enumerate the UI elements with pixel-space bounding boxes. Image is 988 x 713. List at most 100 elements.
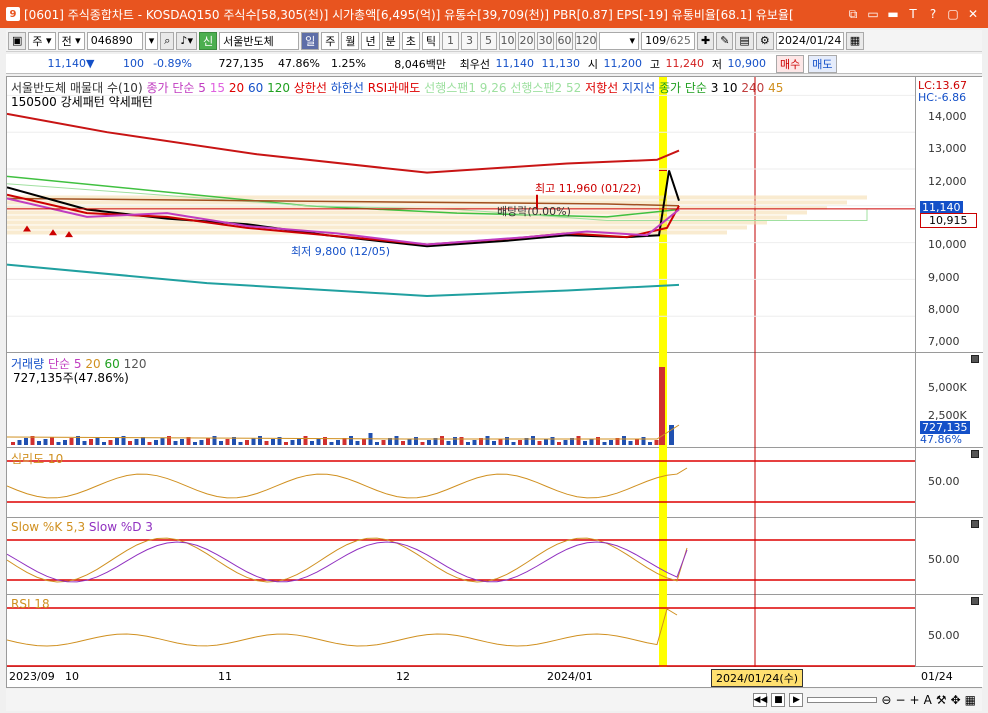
help-icon[interactable]: ?	[924, 5, 942, 23]
volume-bar	[212, 436, 217, 445]
period-day-tab[interactable]: 일	[301, 31, 320, 50]
volume-bar	[128, 441, 132, 445]
period-second-tab[interactable]: 초	[401, 31, 420, 50]
chart-area[interactable]: 서울반도체 매물대 수(10) 종가 단순 5 15 20 60 120 상한선…	[6, 76, 983, 688]
text-size-icon[interactable]: T	[904, 5, 922, 23]
indicator-icon[interactable]: ✚	[696, 31, 715, 50]
volume-bar	[596, 437, 600, 445]
volume-plot[interactable]: 거래량 단순 5 20 60 120 727,135주(47.86%)	[6, 353, 915, 448]
volume-legend: 거래량 단순 5 20 60 120	[11, 355, 146, 372]
volume-bar	[446, 441, 451, 445]
buy-button[interactable]: 매수	[776, 54, 805, 73]
rewind-icon[interactable]: ◀◀	[753, 693, 768, 707]
stochastic-y-axis[interactable]: 50.00	[915, 518, 983, 594]
stop-icon[interactable]: ■	[771, 693, 786, 707]
minus-icon[interactable]: −	[895, 693, 905, 707]
interval-20[interactable]: 20	[517, 31, 535, 50]
volume-close-icon[interactable]	[971, 355, 979, 363]
text-icon[interactable]: A	[924, 693, 932, 707]
close-icon[interactable]: ✕	[964, 5, 982, 23]
rsi-plot[interactable]: RSI 18	[6, 595, 915, 667]
low-label: 저	[711, 57, 722, 71]
period-year-tab[interactable]: 년	[361, 31, 380, 50]
date-input[interactable]: 2024/01/24	[775, 31, 844, 50]
tool-icon[interactable]: ⚒	[936, 693, 947, 707]
sell-button[interactable]: 매도	[808, 54, 837, 73]
grid-icon[interactable]: ▦	[965, 693, 976, 707]
x-label-right: 01/24	[921, 670, 953, 683]
search-icon[interactable]: ⌕	[160, 31, 175, 50]
pin-icon[interactable]: ✥	[951, 693, 961, 707]
legend-support: 지지선	[622, 81, 656, 95]
stock-name-field: 서울반도체	[219, 31, 300, 50]
sound-icon[interactable]: ♪▾	[176, 31, 197, 50]
volume-bar	[108, 440, 113, 445]
volume-bar	[329, 442, 334, 445]
price-pane[interactable]: 서울반도체 매물대 수(10) 종가 단순 5 15 20 60 120 상한선…	[6, 77, 983, 353]
volume-y-axis[interactable]: 5,000K 2,500K 727,135 47.86%	[915, 353, 983, 447]
app-logo-icon: 9	[6, 7, 20, 21]
volume-bar	[602, 442, 607, 445]
legend-span-val: 9,26	[479, 81, 507, 95]
psychology-close-icon[interactable]	[971, 450, 979, 458]
stock-code-input[interactable]: 046890	[86, 31, 143, 50]
psychology-pane[interactable]: 심리도 10 50.00	[6, 448, 983, 518]
stochastic-legend: Slow %K 5,3 Slow %D 3	[11, 520, 153, 534]
volume-bar	[11, 442, 15, 445]
draw-icon[interactable]: ✎	[716, 31, 734, 50]
count-total: /625	[666, 34, 691, 47]
maximize-icon[interactable]: ▢	[944, 5, 962, 23]
type-select[interactable]: 주 ▾	[28, 31, 56, 50]
rsi-pane[interactable]: RSI 18 50.00	[6, 595, 983, 667]
psychology-plot[interactable]: 심리도 10	[6, 448, 915, 518]
volume-bar	[297, 438, 301, 445]
volume-bar	[635, 439, 639, 445]
psychology-y-axis[interactable]: 50.00	[915, 448, 983, 517]
chart-window-icon[interactable]: ▣	[8, 31, 27, 50]
forward-icon[interactable]: ▶	[789, 693, 804, 707]
interval-60[interactable]: 60	[555, 31, 573, 50]
period-minute-tab[interactable]: 분	[381, 31, 400, 50]
link-window-icon[interactable]: ⧉	[844, 5, 862, 23]
restore-icon[interactable]: ▭	[864, 5, 882, 23]
interval-10[interactable]: 10	[498, 31, 516, 50]
code-dropdown-icon[interactable]: ▾	[144, 31, 159, 50]
stochastic-pane[interactable]: Slow %K 5,3 Slow %D 3 50.00	[6, 518, 983, 595]
count-input[interactable]: 109/625	[640, 31, 695, 50]
interval-1[interactable]: 1	[441, 31, 459, 50]
interval-5[interactable]: 5	[479, 31, 497, 50]
plus-icon[interactable]: +	[910, 693, 920, 707]
best-buy-price: 11,130	[541, 57, 581, 70]
custom-interval-select[interactable]: ▾	[598, 31, 639, 50]
best-sell-price: 11,140	[495, 57, 535, 70]
volume-bar	[69, 438, 74, 445]
volume-bar	[349, 436, 353, 445]
save-icon[interactable]: ▤	[735, 31, 754, 50]
scroll-slider[interactable]	[807, 697, 878, 703]
vol-ytick-5000k: 5,000K	[928, 381, 967, 394]
stochastic-plot[interactable]: Slow %K 5,3 Slow %D 3	[6, 518, 915, 595]
minimize-bar-icon[interactable]: ▬	[884, 5, 902, 23]
interval-30[interactable]: 30	[536, 31, 554, 50]
market-select[interactable]: 전 ▾	[57, 31, 85, 50]
sto-cursor-band	[659, 518, 667, 595]
calendar-icon[interactable]: ▦	[845, 31, 865, 50]
price-y-axis[interactable]: LC:13.67 HC:-6.86 14,000 13,000 12,000 1…	[915, 77, 983, 352]
period-week-tab[interactable]: 주	[321, 31, 340, 50]
interval-3[interactable]: 3	[460, 31, 478, 50]
zoom-out-icon[interactable]: ⊖	[881, 693, 891, 707]
rsi-y-axis[interactable]: 50.00	[915, 595, 983, 666]
price-plot[interactable]: 서울반도체 매물대 수(10) 종가 단순 5 15 20 60 120 상한선…	[6, 77, 915, 353]
gear-icon[interactable]: ⚙	[755, 31, 774, 50]
legend-span1: 선행스팬1	[424, 81, 476, 95]
volume-bar	[654, 440, 659, 445]
volume-bar	[160, 438, 165, 445]
period-tick-tab[interactable]: 틱	[421, 31, 440, 50]
best-quote-label: 최우선	[459, 57, 490, 71]
period-month-tab[interactable]: 월	[341, 31, 360, 50]
x-axis[interactable]: 2023/09 10 11 12 2024/01 2024/01/24(수) 0…	[7, 667, 983, 687]
stochastic-close-icon[interactable]	[971, 520, 979, 528]
rsi-close-icon[interactable]	[971, 597, 979, 605]
volume-pane[interactable]: 거래량 단순 5 20 60 120 727,135주(47.86%) 5,00…	[6, 353, 983, 448]
interval-120[interactable]: 120	[574, 31, 597, 50]
